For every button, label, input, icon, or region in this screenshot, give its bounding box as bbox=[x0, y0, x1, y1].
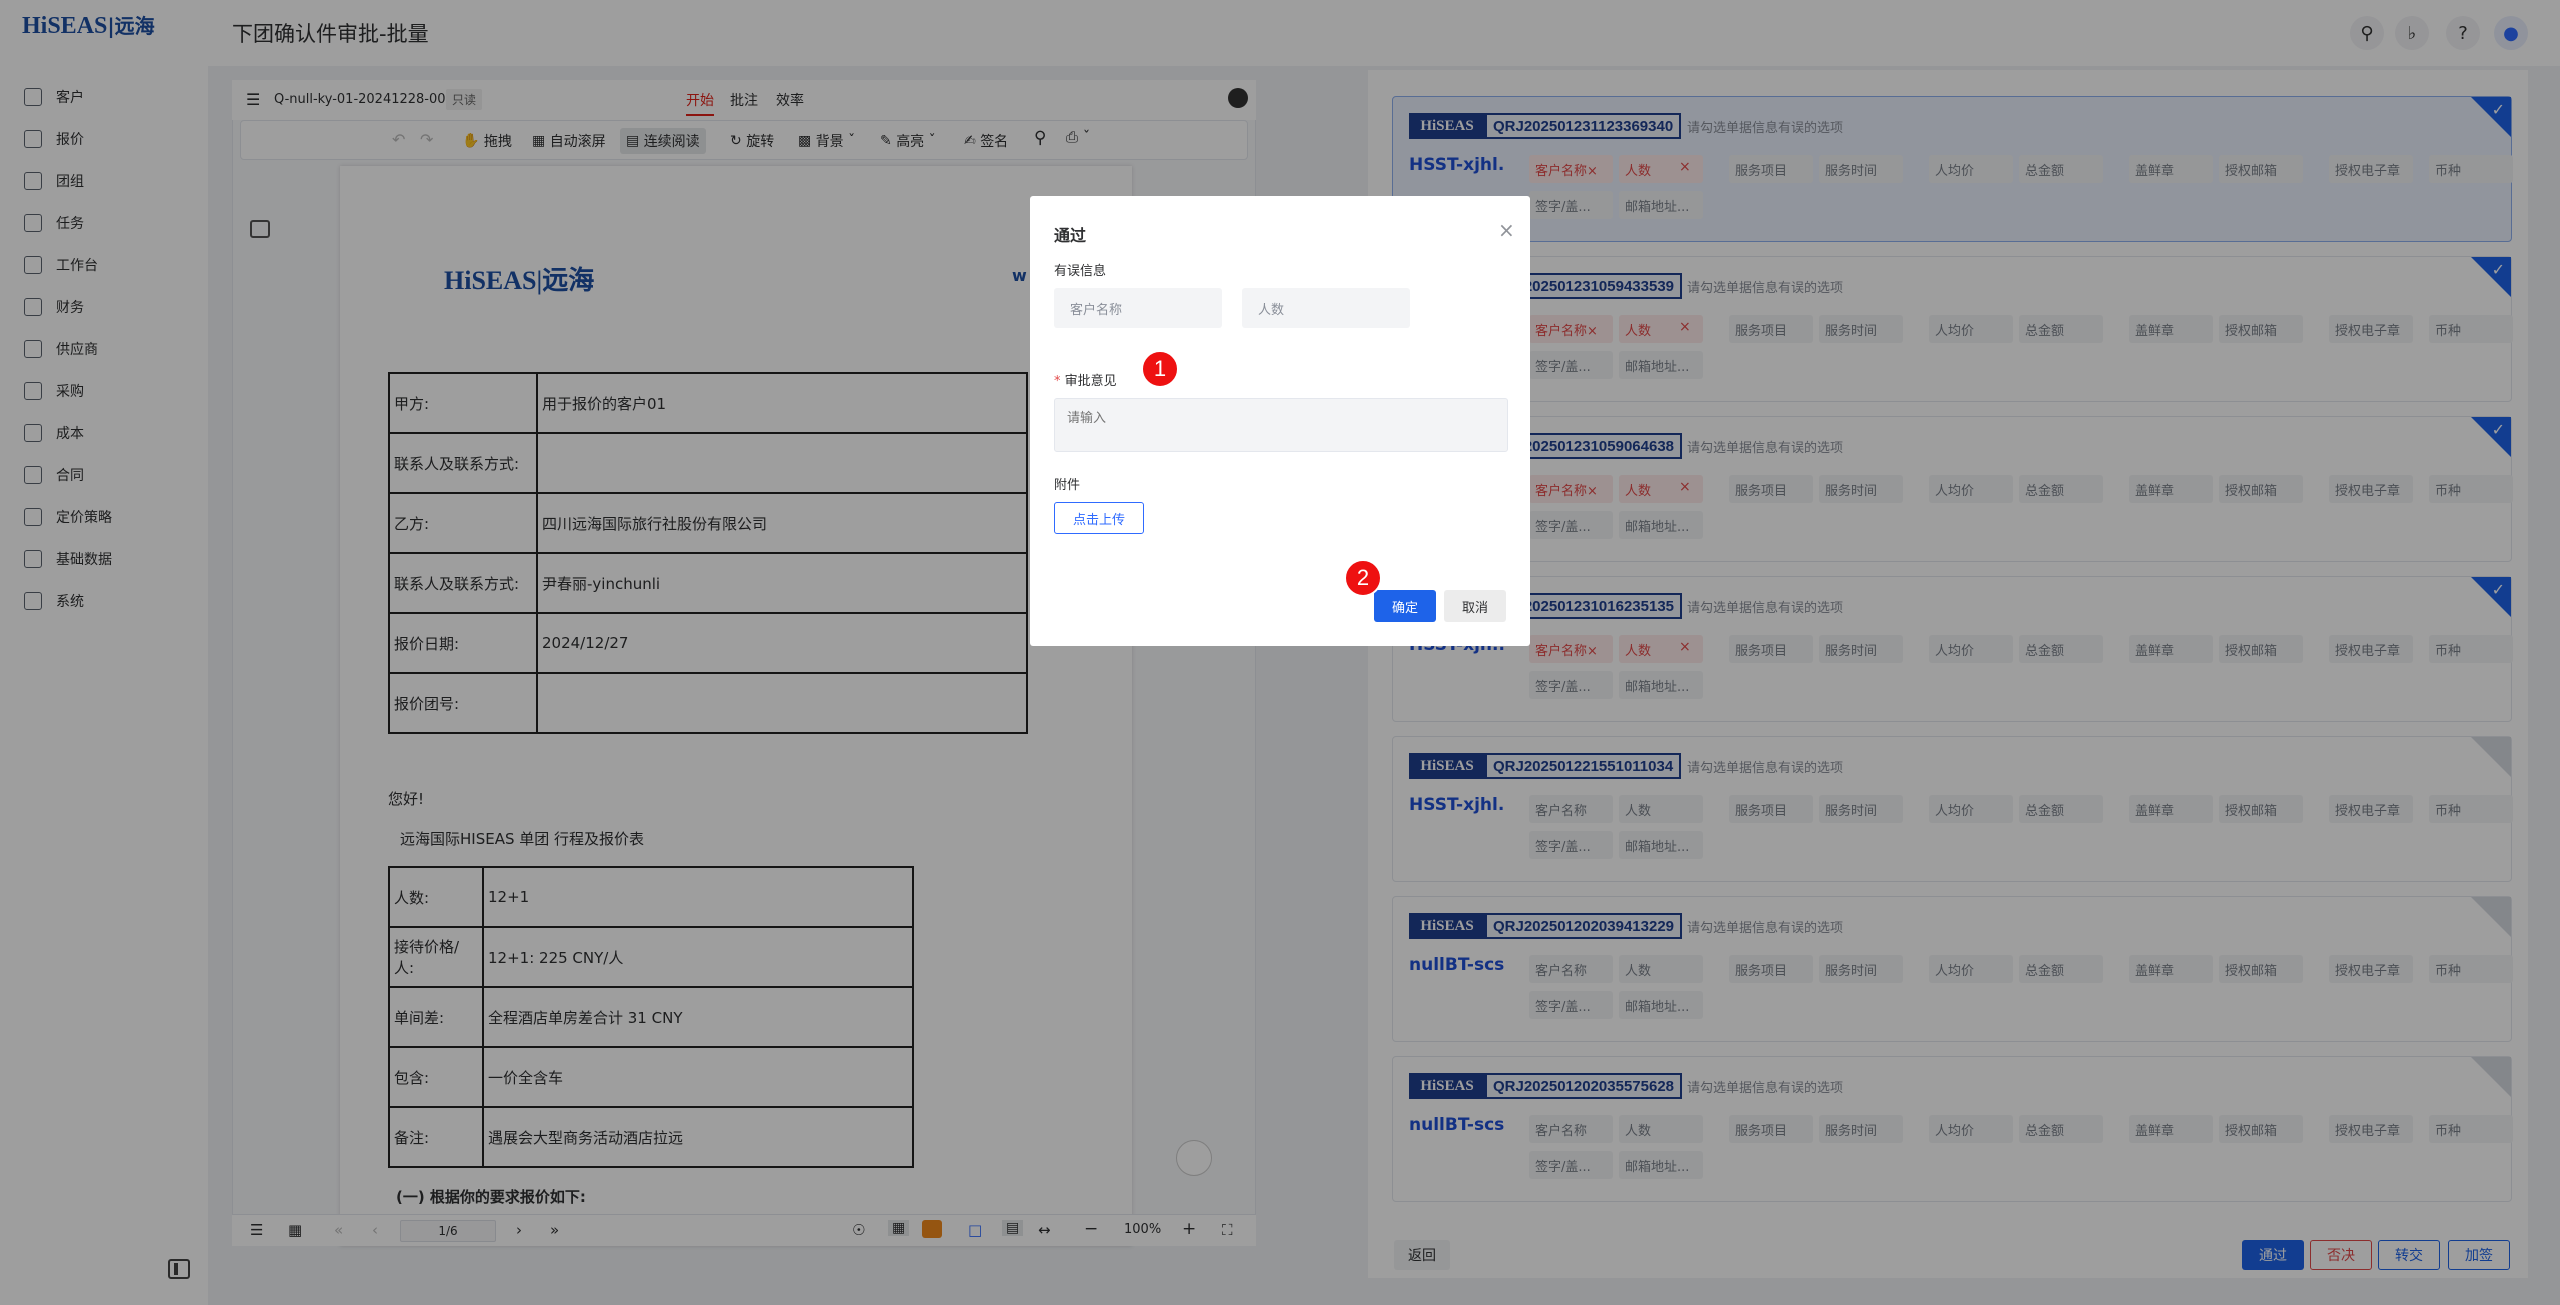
opinion-textarea[interactable] bbox=[1054, 398, 1508, 452]
step-marker-2: 2 bbox=[1344, 559, 1382, 597]
step-marker-1: 1 bbox=[1141, 350, 1179, 388]
attachment-label: 附件 bbox=[1054, 478, 1081, 493]
error-info-label: 有误信息 bbox=[1054, 264, 1107, 279]
approve-dialog: 通过 × 有误信息 客户名称 人数 * 审批意见 附件 点击上传 确定 取消 bbox=[1030, 196, 1530, 646]
cancel-button[interactable]: 取消 bbox=[1444, 590, 1506, 622]
close-icon[interactable]: × bbox=[1498, 218, 1515, 242]
error-chip-customer-name: 客户名称 bbox=[1054, 288, 1222, 328]
confirm-button[interactable]: 确定 bbox=[1374, 590, 1436, 622]
dialog-title: 通过 bbox=[1054, 226, 1087, 245]
upload-button[interactable]: 点击上传 bbox=[1054, 502, 1144, 534]
error-chip-headcount: 人数 bbox=[1242, 288, 1410, 328]
opinion-label: * 审批意见 bbox=[1054, 374, 1117, 389]
